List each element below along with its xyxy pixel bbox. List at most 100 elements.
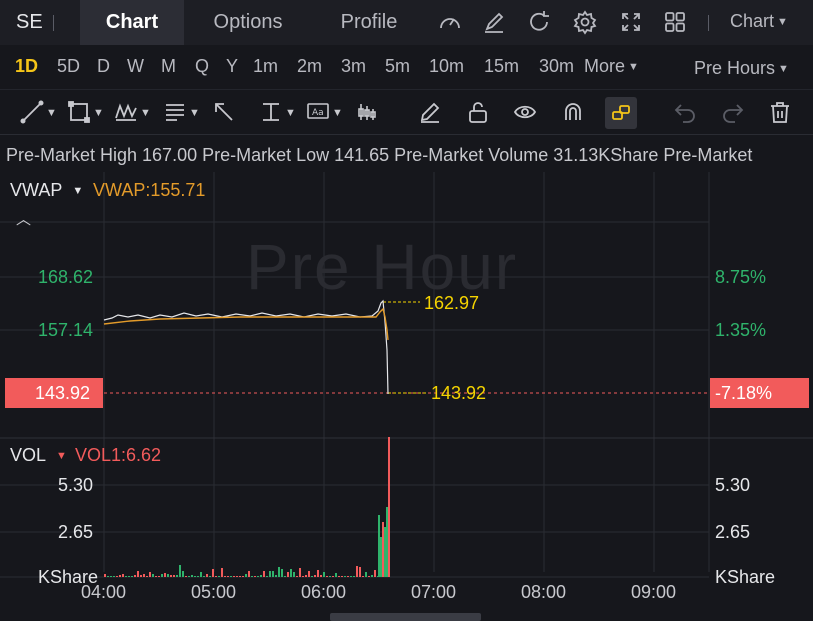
volume-bar [388, 437, 390, 577]
chart-area[interactable]: Pre Hour VWAP ▼ VWAP:155.71 ︿ 168.62 157.… [0, 172, 813, 602]
magnet-icon[interactable] [561, 100, 585, 126]
volume-bar [227, 576, 229, 577]
volume-bar [380, 537, 382, 577]
volume-bar [155, 576, 157, 577]
volume-bars [104, 437, 390, 577]
trash-icon[interactable] [768, 100, 792, 126]
session-label: Pre Hours [694, 58, 776, 78]
period-q[interactable]: Q [195, 56, 209, 77]
volume-bar [314, 575, 316, 577]
period-y[interactable]: Y [226, 56, 238, 77]
volume-bar [218, 576, 220, 577]
volume-bar [215, 576, 217, 577]
trend-line-icon[interactable]: ▼ [20, 100, 60, 126]
link-icon[interactable] [605, 97, 637, 129]
volume-bar [266, 576, 268, 577]
fullscreen-icon[interactable] [618, 9, 644, 35]
chart-type-dropdown[interactable]: Chart ▼ [730, 11, 788, 32]
redo-icon[interactable] [721, 100, 745, 126]
tab-profile[interactable]: Profile [320, 0, 418, 45]
session-dropdown[interactable]: Pre Hours ▼ [694, 58, 789, 79]
period-10m[interactable]: 10m [429, 56, 464, 77]
volume-bar [350, 576, 352, 577]
refresh-icon[interactable] [526, 9, 552, 35]
chevron-down-icon: ▼ [93, 107, 104, 119]
volume-bar [179, 565, 181, 577]
edit-icon[interactable] [481, 9, 507, 35]
volume-bar [170, 575, 172, 577]
chevron-down-icon: ▼ [332, 107, 343, 119]
undo-icon[interactable] [673, 100, 697, 126]
x-tick-5: 08:00 [521, 582, 567, 602]
volume-bar [110, 576, 112, 577]
volume-bar [329, 576, 331, 577]
x-tick-6: 09:00 [631, 582, 677, 602]
text-icon[interactable]: Aa ▼ [306, 100, 350, 126]
x-tick-1: 04:00 [81, 582, 127, 602]
horizontal-line-icon[interactable]: ▼ [259, 100, 301, 126]
volume-bar [242, 576, 244, 577]
pencil-icon[interactable] [418, 100, 442, 126]
period-m[interactable]: M [161, 56, 176, 77]
volume-bar [134, 575, 136, 577]
period-more[interactable]: More ▼ [584, 56, 639, 77]
period-2m[interactable]: 2m [297, 56, 322, 77]
volume-bar [378, 515, 380, 577]
drawing-toolbar: ▼ ▼ ▼ ▼ ▼ Aa ▼ [0, 89, 813, 135]
volume-bar [116, 576, 118, 577]
volume-bar [143, 574, 145, 577]
volume-bar [374, 570, 376, 577]
volume-bar [167, 574, 169, 577]
volume-bar [158, 576, 160, 577]
period-30m[interactable]: 30m [539, 56, 574, 77]
volume-bar [353, 576, 355, 577]
rectangle-icon[interactable]: ▼ [67, 100, 109, 126]
volume-bar [386, 507, 388, 577]
volume-bar [209, 576, 211, 577]
arrow-icon[interactable] [212, 100, 236, 126]
volume-bar [233, 576, 235, 577]
volume-bar [212, 569, 214, 577]
volume-bar [107, 576, 109, 577]
period-15m[interactable]: 15m [484, 56, 519, 77]
period-1d[interactable]: 1D [15, 56, 38, 77]
eye-icon[interactable] [513, 100, 537, 126]
volume-bar [173, 575, 175, 577]
period-w[interactable]: W [127, 56, 144, 77]
volume-bar [332, 576, 334, 577]
indicator-icon[interactable] [355, 100, 379, 126]
settings-icon[interactable] [572, 9, 598, 35]
volume-bar [308, 571, 310, 577]
gauge-icon[interactable] [437, 9, 463, 35]
volume-bar [263, 571, 265, 577]
volume-bar [356, 566, 358, 577]
volume-bar [248, 571, 250, 577]
volume-bar [182, 571, 184, 577]
period-bar: 1D 5D D W M Q Y 1m 2m 3m 5m 10m 15m 30m … [0, 45, 813, 89]
pattern-icon[interactable]: ▼ [114, 100, 158, 126]
volume-bar [296, 576, 298, 577]
volume-bar [290, 569, 292, 577]
volume-bar [362, 576, 364, 577]
volume-bar [188, 576, 190, 577]
volume-bar [384, 527, 386, 577]
volume-bar [161, 574, 163, 577]
period-5m[interactable]: 5m [385, 56, 410, 77]
volume-bar [197, 576, 199, 577]
period-d[interactable]: D [97, 56, 110, 77]
volume-bar [269, 571, 271, 577]
tab-chart[interactable]: Chart [80, 0, 184, 45]
volume-bar [236, 576, 238, 577]
tab-options[interactable]: Options [194, 0, 302, 45]
volume-bar [131, 576, 133, 577]
volume-bar [284, 576, 286, 577]
lock-icon[interactable] [466, 100, 490, 126]
period-1m[interactable]: 1m [253, 56, 278, 77]
period-3m[interactable]: 3m [341, 56, 366, 77]
fibonacci-icon[interactable]: ▼ [163, 100, 207, 126]
scroll-handle[interactable] [330, 613, 481, 621]
volume-bar [341, 576, 343, 577]
layout-grid-icon[interactable] [662, 9, 688, 35]
volume-bar [206, 574, 208, 577]
period-5d[interactable]: 5D [57, 56, 80, 77]
